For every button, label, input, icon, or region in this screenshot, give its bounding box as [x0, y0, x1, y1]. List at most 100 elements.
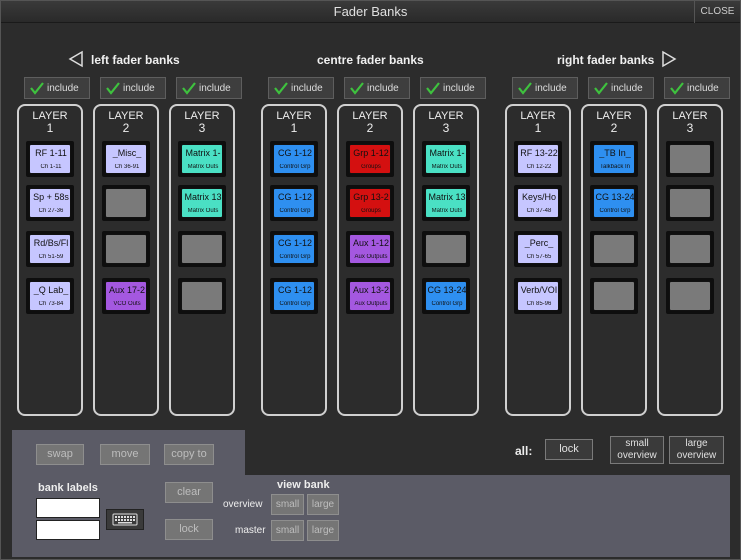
fader-bank-button[interactable]: Grp 1-12 Groups [349, 144, 391, 174]
empty-bank-button[interactable] [669, 188, 711, 218]
fader-bank-slot[interactable]: CG 1-12 Control Grp [270, 278, 318, 314]
empty-bank-slot[interactable] [422, 231, 470, 267]
empty-bank-slot[interactable] [666, 185, 714, 221]
empty-bank-slot[interactable] [102, 185, 150, 221]
empty-bank-slot[interactable] [590, 231, 638, 267]
master-small-button[interactable]: small [271, 520, 304, 541]
fader-bank-button[interactable]: Aux 1-12 Aux Outputs [349, 234, 391, 264]
fader-bank-button[interactable]: Matrix 13 Matrix Outs [425, 188, 467, 218]
empty-bank-slot[interactable] [590, 278, 638, 314]
fader-bank-button[interactable]: _TB In_ Talkback In [593, 144, 635, 174]
fader-bank-slot[interactable]: CG 13-24 Control Grp [422, 278, 470, 314]
include-toggle[interactable]: include [344, 77, 410, 99]
fader-bank-slot[interactable]: Aux 1-12 Aux Outputs [346, 231, 394, 267]
fader-bank-button[interactable]: _Misc_ Ch 36-91 [105, 144, 147, 174]
empty-bank-button[interactable] [669, 234, 711, 264]
empty-bank-button[interactable] [181, 281, 223, 311]
close-button[interactable]: CLOSE [694, 1, 740, 23]
large-overview-button[interactable]: large overview [669, 436, 724, 464]
master-large-button[interactable]: large [307, 520, 339, 541]
include-toggle[interactable]: include [24, 77, 90, 99]
fader-bank-button[interactable]: Verb/VOI Ch 85-96 [517, 281, 559, 311]
include-toggle[interactable]: include [268, 77, 334, 99]
fader-bank-slot[interactable]: _Misc_ Ch 36-91 [102, 141, 150, 177]
empty-bank-slot[interactable] [178, 278, 226, 314]
fader-bank-button[interactable]: Aux 13-2 Aux Outputs [349, 281, 391, 311]
fader-bank-button[interactable]: CG 1-12 Control Grp [273, 144, 315, 174]
empty-bank-button[interactable] [425, 234, 467, 264]
include-toggle[interactable]: include [420, 77, 486, 99]
empty-bank-button[interactable] [669, 144, 711, 174]
empty-bank-slot[interactable] [178, 231, 226, 267]
swap-button[interactable]: swap [36, 444, 84, 465]
layer-column: LAYER 1 RF 1-11 Ch 1-11 Sp + 58s Ch 27-36 Rd/B… [17, 104, 83, 416]
fader-bank-button[interactable]: _Perc_ Ch 57-65 [517, 234, 559, 264]
fader-bank-button[interactable]: Rd/Bs/Fl Ch 51-59 [29, 234, 71, 264]
empty-bank-button[interactable] [105, 234, 147, 264]
fader-bank-button[interactable]: CG 1-12 Control Grp [273, 188, 315, 218]
fader-bank-slot[interactable]: Aux 17-2 VCO Outs [102, 278, 150, 314]
move-button[interactable]: move [100, 444, 150, 465]
clear-button[interactable]: clear [165, 482, 213, 503]
fader-bank-button[interactable]: Grp 13-2 Groups [349, 188, 391, 218]
include-toggle[interactable]: include [100, 77, 166, 99]
fader-bank-slot[interactable]: CG 1-12 Control Grp [270, 141, 318, 177]
small-overview-button[interactable]: small overview [610, 436, 664, 464]
keyboard-button[interactable] [106, 509, 144, 530]
fader-bank-button[interactable]: CG 1-12 Control Grp [273, 234, 315, 264]
empty-bank-button[interactable] [669, 281, 711, 311]
left-arrow-icon[interactable] [67, 50, 85, 68]
fader-bank-slot[interactable]: Keys/Ho Ch 37-48 [514, 185, 562, 221]
fader-bank-button[interactable]: CG 13-24 Control Grp [425, 281, 467, 311]
fader-bank-slot[interactable]: Aux 13-2 Aux Outputs [346, 278, 394, 314]
include-toggle[interactable]: include [176, 77, 242, 99]
fader-bank-slot[interactable]: RF 13-22 Ch 12-22 [514, 141, 562, 177]
empty-bank-button[interactable] [181, 234, 223, 264]
fader-bank-button[interactable]: RF 13-22 Ch 12-22 [517, 144, 559, 174]
fader-bank-button[interactable]: Matrix 1- Matrix Outs [425, 144, 467, 174]
empty-bank-slot[interactable] [102, 231, 150, 267]
fader-bank-slot[interactable]: Matrix 13 Matrix Outs [422, 185, 470, 221]
fader-bank-slot[interactable]: CG 1-12 Control Grp [270, 231, 318, 267]
fader-bank-slot[interactable]: Verb/VOI Ch 85-96 [514, 278, 562, 314]
all-lock-button[interactable]: lock [545, 439, 593, 460]
fader-bank-slot[interactable]: RF 1-11 Ch 1-11 [26, 141, 74, 177]
empty-bank-button[interactable] [593, 234, 635, 264]
fader-bank-slot[interactable]: CG 13-24 Control Grp [590, 185, 638, 221]
fader-bank-slot[interactable]: Grp 1-12 Groups [346, 141, 394, 177]
include-toggle[interactable]: include [588, 77, 654, 99]
lock-button[interactable]: lock [165, 519, 213, 540]
fader-bank-slot[interactable]: _Q Lab_ Ch 73-84 [26, 278, 74, 314]
overview-large-button[interactable]: large [307, 494, 339, 515]
fader-bank-button[interactable]: Matrix 13 Matrix Outs [181, 188, 223, 218]
fader-bank-slot[interactable]: Matrix 1- Matrix Outs [422, 141, 470, 177]
fader-bank-button[interactable]: _Q Lab_ Ch 73-84 [29, 281, 71, 311]
fader-bank-button[interactable]: Sp + 58s Ch 27-36 [29, 188, 71, 218]
include-toggle[interactable]: include [664, 77, 730, 99]
overview-small-button[interactable]: small [271, 494, 304, 515]
empty-bank-button[interactable] [105, 188, 147, 218]
bank-label-field-2[interactable] [36, 520, 100, 540]
fader-bank-slot[interactable]: CG 1-12 Control Grp [270, 185, 318, 221]
fader-bank-slot[interactable]: Rd/Bs/Fl Ch 51-59 [26, 231, 74, 267]
fader-bank-button[interactable]: CG 1-12 Control Grp [273, 281, 315, 311]
fader-bank-slot[interactable]: _Perc_ Ch 57-65 [514, 231, 562, 267]
fader-bank-slot[interactable]: Matrix 1- Matrix Outs [178, 141, 226, 177]
fader-bank-slot[interactable]: Matrix 13 Matrix Outs [178, 185, 226, 221]
fader-bank-slot[interactable]: _TB In_ Talkback In [590, 141, 638, 177]
include-toggle[interactable]: include [512, 77, 578, 99]
empty-bank-slot[interactable] [666, 278, 714, 314]
empty-bank-slot[interactable] [666, 141, 714, 177]
empty-bank-slot[interactable] [666, 231, 714, 267]
copy-to-button[interactable]: copy to [164, 444, 214, 465]
bank-label-field-1[interactable] [36, 498, 100, 518]
fader-bank-button[interactable]: Aux 17-2 VCO Outs [105, 281, 147, 311]
fader-bank-slot[interactable]: Sp + 58s Ch 27-36 [26, 185, 74, 221]
fader-bank-button[interactable]: CG 13-24 Control Grp [593, 188, 635, 218]
fader-bank-button[interactable]: Keys/Ho Ch 37-48 [517, 188, 559, 218]
empty-bank-button[interactable] [593, 281, 635, 311]
fader-bank-button[interactable]: Matrix 1- Matrix Outs [181, 144, 223, 174]
right-arrow-icon[interactable] [660, 50, 678, 68]
fader-bank-slot[interactable]: Grp 13-2 Groups [346, 185, 394, 221]
fader-bank-button[interactable]: RF 1-11 Ch 1-11 [29, 144, 71, 174]
